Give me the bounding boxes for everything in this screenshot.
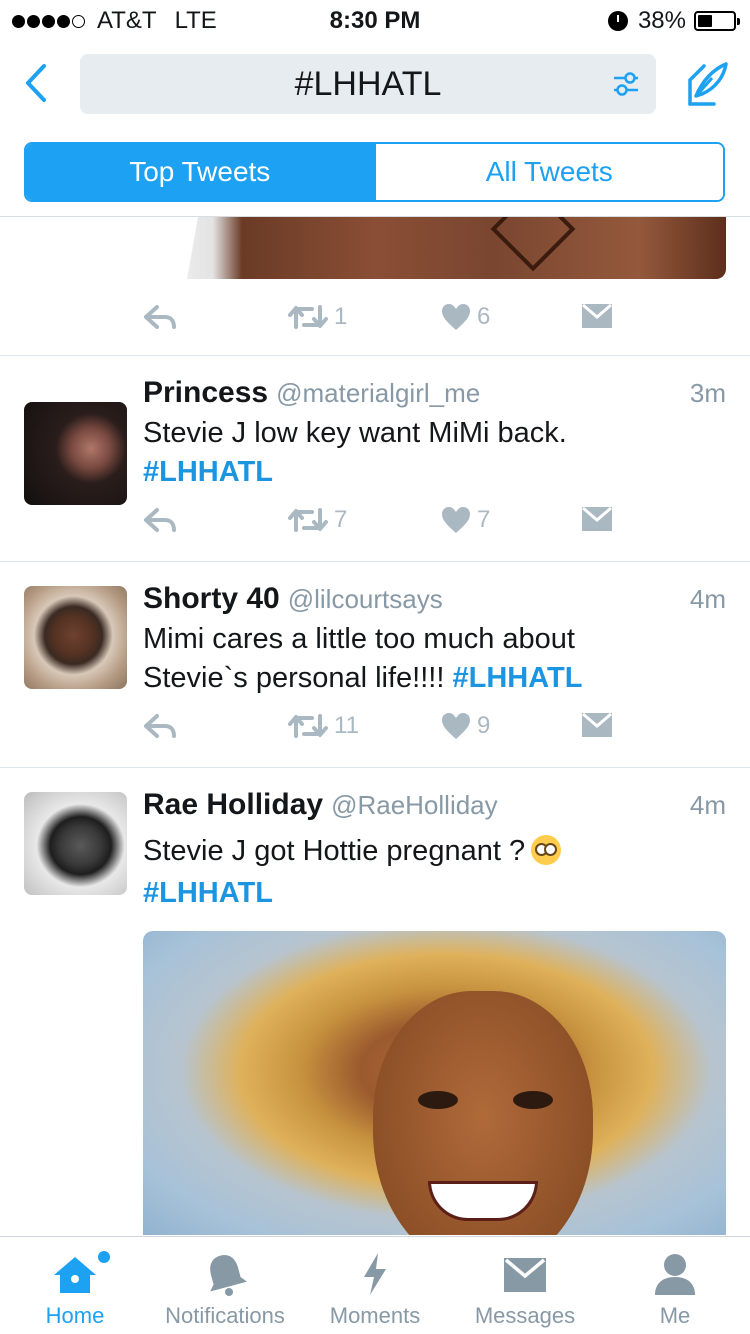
like-button[interactable]: 9 (441, 712, 490, 740)
tab-label: Messages (474, 1303, 576, 1328)
person-icon (655, 1254, 695, 1295)
tweet[interactable]: Shorty 40 @lilcourtsays 4m Mimi cares a l… (0, 562, 750, 767)
compose-button[interactable] (684, 60, 730, 106)
envelope-icon (504, 1258, 546, 1292)
home-icon (54, 1257, 96, 1293)
chevron-left-icon (26, 64, 46, 102)
battery-icon (694, 11, 740, 31)
tab-home[interactable]: Home (0, 1237, 150, 1334)
tweet-header: Shorty 40 @lilcourtsays 4m (143, 582, 726, 616)
reply-button[interactable] (143, 506, 177, 534)
retweet-button[interactable]: 11 (288, 712, 359, 740)
unread-indicator (98, 1251, 110, 1263)
envelope-icon (582, 506, 612, 531)
tweet-time: 3m (689, 378, 726, 408)
retweet-icon (288, 305, 328, 329)
compose-icon (688, 62, 728, 106)
tweet-time: 4m (689, 790, 726, 820)
like-count: 7 (477, 506, 491, 533)
like-button[interactable]: 6 (441, 303, 490, 331)
hashtag-link[interactable]: #LHHATL (143, 877, 273, 909)
author-name[interactable]: Rae Holliday (143, 788, 323, 821)
tab-notifications[interactable]: Notifications (150, 1237, 300, 1334)
author-name[interactable]: Princess (143, 376, 268, 409)
author-handle[interactable]: @materialgirl_me (276, 378, 480, 408)
reply-button[interactable] (143, 303, 177, 331)
author-name[interactable]: Shorty 40 (143, 582, 280, 615)
battery-percent: 38% (637, 7, 686, 34)
search-query[interactable]: #LHHATL (295, 65, 442, 104)
reply-icon (144, 508, 176, 532)
media-eye (418, 1091, 458, 1109)
previous-tweet-media[interactable] (143, 217, 726, 279)
bell-icon (210, 1255, 247, 1296)
tweet-filter-toggle: Top Tweets All Tweets (24, 142, 725, 202)
tab-moments[interactable]: Moments (300, 1237, 450, 1334)
tab-label: Notifications (165, 1303, 285, 1328)
lightning-icon (364, 1253, 386, 1295)
tab-label: Me (659, 1303, 691, 1328)
retweet-button[interactable]: 7 (288, 506, 347, 534)
tab-top-tweets[interactable]: Top Tweets (26, 144, 374, 200)
media-eye (513, 1091, 553, 1109)
retweet-count: 7 (334, 506, 348, 533)
like-count: 9 (477, 712, 491, 739)
hashtag-link[interactable]: #LHHATL (143, 456, 273, 488)
search-field[interactable]: #LHHATL (80, 54, 656, 114)
tweet[interactable]: Rae Holliday @RaeHolliday 4m Stevie J got… (0, 768, 750, 1235)
direct-message-button[interactable] (581, 303, 613, 329)
tweet-actions: 11 9 (143, 712, 623, 752)
search-nav-bar: #LHHATL (0, 40, 750, 128)
tab-me[interactable]: Me (600, 1237, 750, 1334)
tab-label: Moments (329, 1303, 421, 1328)
reply-button[interactable] (143, 712, 177, 740)
avatar[interactable] (24, 586, 127, 689)
avatar[interactable] (24, 402, 127, 505)
tweet-time: 4m (689, 584, 726, 614)
retweet-count: 1 (334, 303, 348, 330)
tweet-body: Stevie J got Hottie pregnant ? (143, 835, 526, 867)
previous-tweet-actions: 1 6 (143, 303, 623, 343)
tweet-text: Stevie J got Hottie pregnant ? #LHHATL (143, 830, 703, 914)
direct-message-button[interactable] (581, 506, 613, 532)
author-handle[interactable]: @RaeHolliday (331, 790, 498, 820)
status-right: 38% (607, 7, 740, 35)
reply-icon (144, 305, 176, 329)
tab-all-tweets[interactable]: All Tweets (373, 144, 723, 200)
retweet-icon (288, 714, 328, 738)
back-button[interactable] (16, 60, 56, 106)
author-handle[interactable]: @lilcourtsays (288, 584, 443, 614)
tweet-body: Stevie J low key want MiMi back. (143, 417, 567, 449)
bottom-tab-bar: Home Notifications Moments Messages Me (0, 1236, 750, 1334)
tweet-actions: 7 7 (143, 506, 623, 546)
tab-label: Home (45, 1303, 105, 1328)
rolling-eyes-emoji-icon (531, 835, 562, 865)
retweet-count: 11 (334, 712, 359, 739)
like-count: 6 (477, 303, 491, 330)
envelope-icon (582, 303, 612, 328)
tweet-text: Mimi cares a little too much about Stevi… (143, 620, 643, 698)
envelope-icon (582, 712, 612, 737)
heart-icon (442, 713, 470, 739)
reply-icon (144, 714, 176, 738)
tweet[interactable]: Princess @materialgirl_me 3m Stevie J low… (0, 356, 750, 561)
retweet-icon (288, 508, 328, 532)
alarm-icon (607, 11, 628, 31)
tweet-media-image[interactable] (143, 931, 726, 1235)
tweet-text: Stevie J low key want MiMi back. #LHHATL (143, 414, 703, 492)
sliders-icon[interactable] (610, 68, 642, 100)
direct-message-button[interactable] (581, 712, 613, 738)
heart-icon (442, 304, 470, 330)
hashtag-link[interactable]: #LHHATL (452, 662, 582, 694)
tweet-header: Rae Holliday @RaeHolliday 4m (143, 788, 726, 822)
avatar[interactable] (24, 792, 127, 895)
tab-messages[interactable]: Messages (450, 1237, 600, 1334)
tweet-feed[interactable]: 1 6 Princess @materialgirl_me 3m Stevie J… (0, 217, 750, 1235)
retweet-button[interactable]: 1 (288, 303, 347, 331)
heart-icon (442, 507, 470, 533)
tweet-header: Princess @materialgirl_me 3m (143, 376, 726, 410)
status-bar: AT&T LTE 8:30 PM 38% (0, 0, 750, 40)
like-button[interactable]: 7 (441, 506, 490, 534)
